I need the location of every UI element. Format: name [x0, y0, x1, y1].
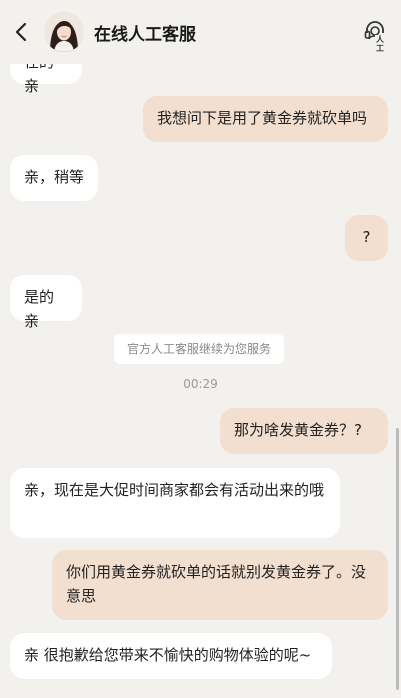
avatar[interactable]	[44, 12, 84, 52]
message-bubble-user: 我想问下是用了黄金券就砍单吗	[143, 96, 388, 142]
message-text: 亲，现在是大促时间商家都会有活动出来的哦	[24, 481, 325, 499]
agent-badge-label: 人工	[375, 35, 388, 53]
message-timestamp: 00:29	[183, 377, 218, 391]
back-button[interactable]	[12, 21, 32, 43]
scrollbar[interactable]	[396, 428, 399, 690]
message-text: 你们用黄金券就砍单的话就别发黄金券了。没意思	[66, 563, 367, 605]
message-bubble-agent: 亲 很抱歉给您带来不愉快的购物体验的呢~	[10, 633, 332, 679]
message-text: 亲，稍等	[24, 168, 85, 186]
message-text: ?	[362, 228, 371, 246]
message-text: 我想问下是用了黄金券就砍单吗	[157, 109, 368, 127]
chat-header: 在线人工客服 人工	[0, 0, 401, 64]
message-bubble-agent: 亲，现在是大促时间商家都会有活动出来的哦	[10, 468, 340, 538]
message-text: 那为啥发黄金券？?	[234, 421, 362, 439]
message-bubble-agent: 是的亲	[10, 275, 82, 330]
message-bubble-user: ?	[345, 215, 388, 261]
agent-portrait-icon	[44, 12, 84, 52]
system-notice: 官方人工客服继续为您服务	[114, 334, 284, 364]
message-bubble-agent: 亲，稍等	[10, 155, 98, 201]
message-text: 亲 很抱歉给您带来不愉快的购物体验的呢~	[24, 646, 312, 664]
page-title: 在线人工客服	[94, 25, 196, 45]
chevron-left-icon	[15, 22, 27, 42]
message-bubble-user: 那为啥发黄金券？?	[220, 408, 388, 454]
human-agent-button[interactable]: 人工	[362, 19, 388, 53]
message-text: 是的亲	[24, 288, 55, 330]
message-bubble-user: 你们用黄金券就砍单的话就别发黄金券了。没意思	[52, 550, 388, 620]
